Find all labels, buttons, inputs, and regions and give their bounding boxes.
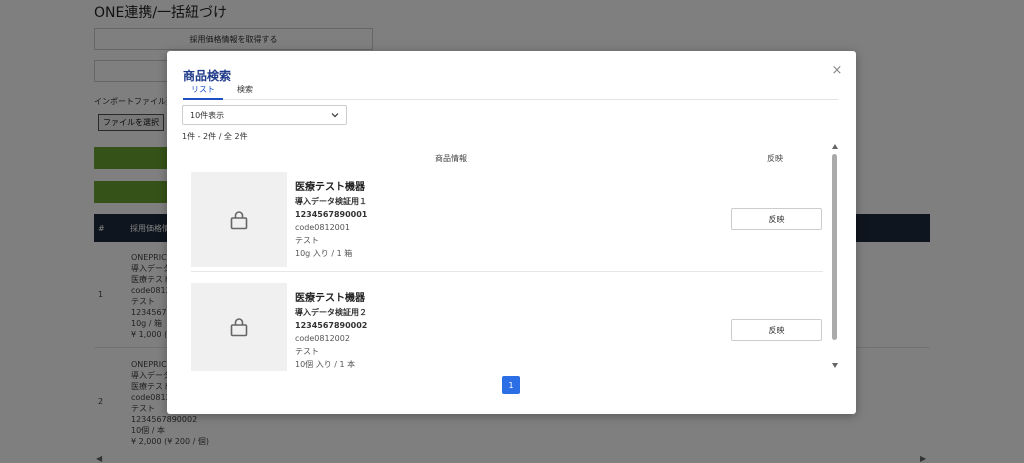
per-page-value: 10件表示 xyxy=(190,110,225,120)
product-code: code0812001 xyxy=(295,223,350,232)
product-info: 医療テスト機器 導入データ検証用２ 1234567890002 code0812… xyxy=(295,292,367,371)
list-scrollbar[interactable] xyxy=(830,144,840,374)
list-item: 医療テスト機器 導入データ検証用１ 1234567890001 code0812… xyxy=(191,172,823,272)
scrollbar-thumb[interactable] xyxy=(832,154,837,340)
close-icon[interactable]: × xyxy=(831,64,843,77)
product-package: 10g 入り / 1 箱 xyxy=(295,249,353,258)
modal-tabs: リスト 検索 xyxy=(183,84,838,100)
product-jan: 1234567890001 xyxy=(295,210,368,219)
scroll-up-icon[interactable] xyxy=(832,144,838,149)
product-info: 医療テスト機器 導入データ検証用１ 1234567890001 code0812… xyxy=(295,181,367,260)
result-count: 1件 - 2件 / 全 2件 xyxy=(182,132,248,141)
pagination-page-1[interactable]: 1 xyxy=(502,376,520,394)
product-search-modal: 商品検索 × リスト 検索 10件表示 1件 - 2件 / 全 2件 商品情報 … xyxy=(167,51,856,414)
product-package: 10個 入り / 1 本 xyxy=(295,360,356,369)
reflect-button[interactable]: 反映 xyxy=(731,208,822,230)
column-header-product-info: 商品情報 xyxy=(435,154,467,163)
bag-icon xyxy=(230,210,248,229)
bag-icon xyxy=(230,318,248,337)
product-jan: 1234567890002 xyxy=(295,321,368,330)
scroll-down-icon[interactable] xyxy=(832,363,838,368)
column-header-reflect: 反映 xyxy=(767,154,783,163)
product-maker: テスト xyxy=(295,236,319,245)
product-thumbnail xyxy=(191,172,287,267)
product-subtitle: 導入データ検証用１ xyxy=(295,197,367,206)
tab-search[interactable]: 検索 xyxy=(235,84,255,100)
product-subtitle: 導入データ検証用２ xyxy=(295,308,367,317)
per-page-select[interactable]: 10件表示 xyxy=(182,105,347,125)
tab-list[interactable]: リスト xyxy=(183,84,223,100)
product-code: code0812002 xyxy=(295,334,350,343)
chevron-down-icon xyxy=(331,113,339,118)
modal-title: 商品検索 xyxy=(183,69,232,83)
product-maker: テスト xyxy=(295,347,319,356)
reflect-button[interactable]: 反映 xyxy=(731,319,822,341)
product-thumbnail xyxy=(191,283,287,371)
product-name: 医療テスト機器 xyxy=(295,182,365,193)
product-name: 医療テスト機器 xyxy=(295,293,365,304)
list-item: 医療テスト機器 導入データ検証用２ 1234567890002 code0812… xyxy=(191,283,823,383)
